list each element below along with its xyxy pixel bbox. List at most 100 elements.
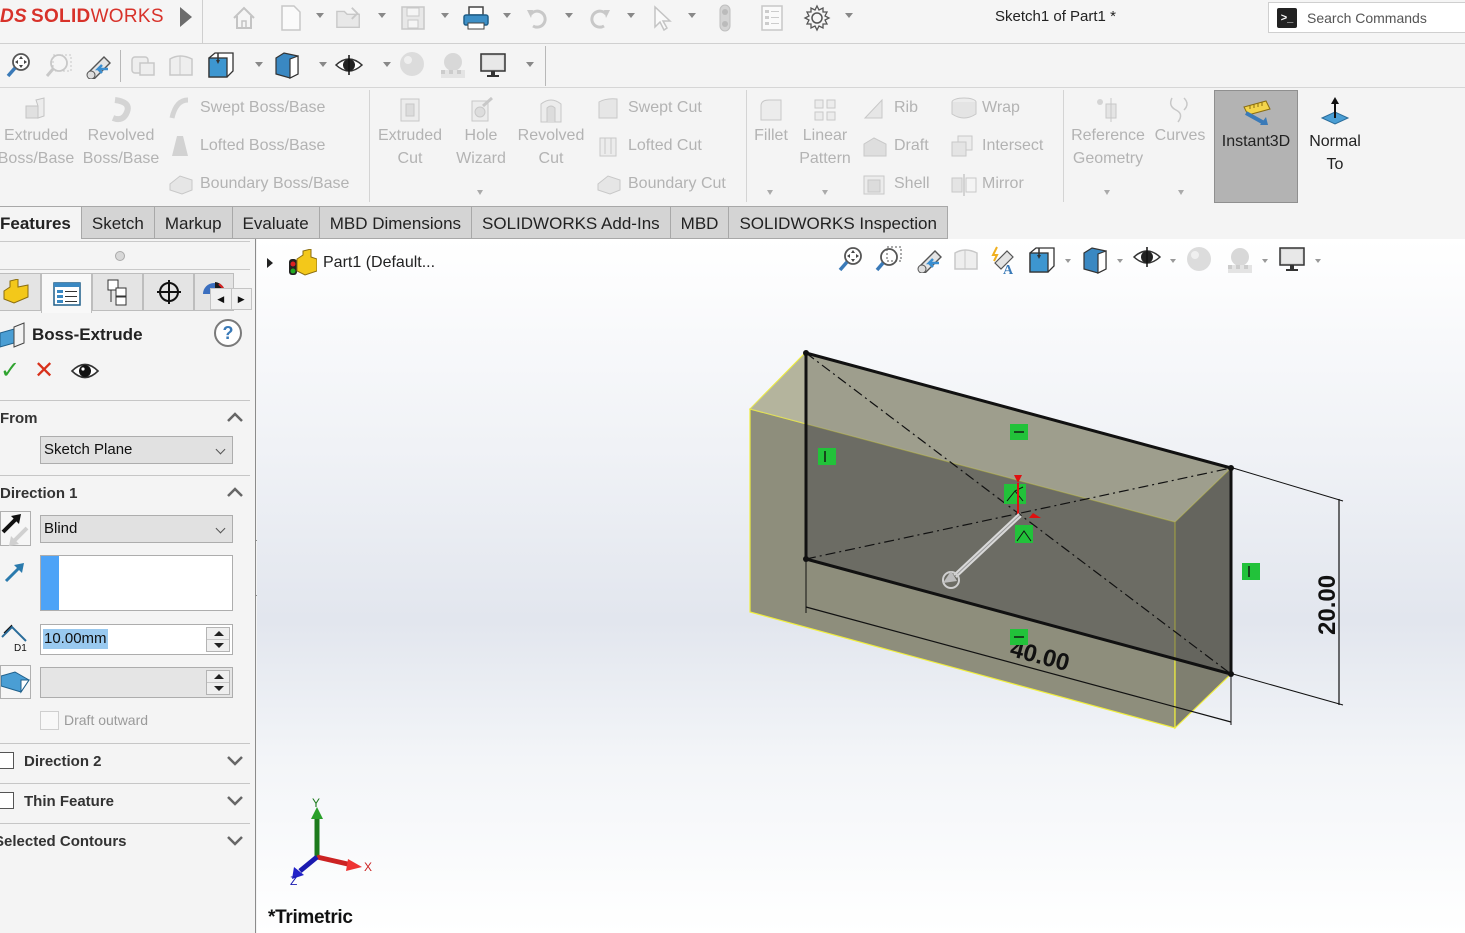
print-icon[interactable]: [462, 4, 490, 32]
save-icon[interactable]: [399, 4, 427, 32]
depth-spinner[interactable]: [206, 627, 230, 652]
undo-dropdown[interactable]: [565, 13, 573, 18]
open-dropdown[interactable]: [378, 13, 386, 18]
expand-selected-contours-icon[interactable]: [226, 834, 244, 848]
increment-icon[interactable]: [214, 674, 224, 679]
display-style-icon[interactable]: [272, 50, 302, 80]
extruded-cut-button[interactable]: Extruded Cut: [371, 90, 449, 170]
swept-cut-button[interactable]: Swept Cut: [596, 94, 702, 122]
file-properties-icon[interactable]: [758, 4, 786, 32]
3d-drawing-view-icon[interactable]: [128, 50, 158, 80]
instant3d-button[interactable]: Instant3D: [1214, 90, 1298, 203]
hide-show-dropdown[interactable]: [383, 62, 391, 67]
collapse-from-icon[interactable]: [226, 410, 243, 426]
reverse-direction-button[interactable]: [0, 511, 31, 546]
relation-horizontal-icon[interactable]: [1010, 629, 1028, 645]
draft-angle-input[interactable]: [40, 667, 233, 698]
tab-markup[interactable]: Markup: [154, 206, 233, 239]
zoom-to-area-icon[interactable]: [875, 245, 903, 273]
revolved-boss-base-button[interactable]: Revolved Boss/Base: [80, 90, 162, 170]
scroll-left-icon[interactable]: ◀: [211, 289, 231, 309]
apply-scene-icon[interactable]: [438, 50, 468, 80]
direction-selection-box[interactable]: [40, 555, 233, 611]
relation-midpoint-icon[interactable]: [1004, 484, 1026, 504]
normal-to-button[interactable]: Normal To: [1300, 90, 1370, 203]
relation-horizontal-icon[interactable]: [1010, 424, 1028, 440]
zoom-to-fit-icon[interactable]: [837, 245, 865, 273]
select-pointer-icon[interactable]: [648, 4, 676, 32]
section-view-icon[interactable]: [166, 50, 196, 80]
direction2-checkbox[interactable]: [0, 752, 14, 769]
ok-button[interactable]: ✓: [0, 359, 20, 383]
expand-tree-icon[interactable]: [267, 258, 273, 268]
options-gear-icon[interactable]: [803, 4, 831, 32]
decrement-icon[interactable]: [214, 643, 224, 648]
relation-vertical-icon[interactable]: [1242, 563, 1260, 580]
rebuild-icon[interactable]: [711, 4, 739, 32]
panel-resize-grip[interactable]: [115, 251, 125, 261]
draft-on-off-button[interactable]: [0, 665, 31, 699]
redo-dropdown[interactable]: [627, 13, 635, 18]
lofted-cut-button[interactable]: Lofted Cut: [596, 132, 702, 160]
new-dropdown[interactable]: [316, 13, 324, 18]
save-dropdown[interactable]: [441, 13, 449, 18]
panel-tab-scroller[interactable]: ◀ ▶: [210, 288, 252, 310]
feature-tree-root[interactable]: Part1 (Default...: [267, 249, 435, 277]
from-section-title[interactable]: From: [0, 410, 38, 427]
help-button[interactable]: ?: [214, 319, 242, 347]
edit-appearance-icon[interactable]: [1185, 245, 1213, 273]
search-commands-input[interactable]: >_ Search Commands: [1268, 2, 1465, 33]
previous-view-icon[interactable]: [913, 245, 942, 274]
display-style-icon[interactable]: [1080, 245, 1108, 274]
view-orientation-icon[interactable]: [206, 50, 236, 80]
apply-scene-dropdown[interactable]: [1262, 259, 1268, 263]
revolved-cut-button[interactable]: Revolved Cut: [513, 90, 589, 170]
configuration-manager-tab[interactable]: [92, 273, 143, 311]
swept-boss-base-button[interactable]: Swept Boss/Base: [168, 94, 325, 122]
fillet-button[interactable]: Fillet: [748, 90, 794, 147]
section-view-icon[interactable]: [951, 245, 979, 273]
boundary-boss-base-button[interactable]: Boundary Boss/Base: [168, 170, 349, 198]
model-viewport[interactable]: 40.00 20.00: [257, 239, 1465, 933]
open-folder-icon[interactable]: [335, 4, 363, 32]
linear-pattern-button[interactable]: Linear Pattern: [796, 90, 854, 170]
solidworks-logo[interactable]: DS SOLIDWORKS: [0, 6, 164, 28]
property-manager-tab[interactable]: [41, 273, 92, 313]
hide-show-dropdown[interactable]: [1170, 259, 1176, 263]
redo-icon[interactable]: [586, 4, 614, 32]
linear-pattern-dropdown[interactable]: [822, 190, 828, 195]
cancel-button[interactable]: ✕: [34, 358, 54, 384]
dimension-height-label[interactable]: 20.00: [1314, 575, 1341, 635]
fillet-dropdown[interactable]: [767, 190, 773, 195]
scroll-right-icon[interactable]: ▶: [230, 289, 252, 309]
shell-button[interactable]: Shell: [862, 170, 930, 198]
tab-features[interactable]: Features: [0, 206, 82, 239]
relation-vertical-icon[interactable]: [818, 448, 836, 465]
hole-wizard-dropdown[interactable]: [477, 190, 483, 195]
selected-contours-section-title[interactable]: Selected Contours: [0, 833, 127, 850]
boundary-cut-button[interactable]: Boundary Cut: [596, 170, 726, 198]
view-orientation-dropdown[interactable]: [1065, 259, 1071, 263]
display-style-dropdown[interactable]: [319, 62, 327, 67]
tab-mbd[interactable]: MBD: [670, 206, 730, 239]
expand-direction2-icon[interactable]: [226, 754, 244, 768]
reference-geometry-button[interactable]: Reference Geometry: [1065, 90, 1151, 170]
depth-input[interactable]: 10.00mm: [40, 624, 233, 655]
increment-icon[interactable]: [214, 631, 224, 636]
draft-button[interactable]: Draft: [862, 132, 929, 160]
hide-show-items-icon[interactable]: [334, 50, 364, 80]
new-document-icon[interactable]: [277, 4, 305, 32]
end-condition-select[interactable]: Blind: [40, 515, 233, 543]
edit-appearance-icon[interactable]: [398, 50, 428, 80]
select-dropdown[interactable]: [688, 13, 696, 18]
tab-evaluate[interactable]: Evaluate: [232, 206, 320, 239]
draft-outward-checkbox[interactable]: [40, 711, 59, 730]
lofted-boss-base-button[interactable]: Lofted Boss/Base: [168, 132, 325, 160]
decrement-icon[interactable]: [214, 686, 224, 691]
draft-angle-spinner[interactable]: [206, 670, 230, 695]
rib-button[interactable]: Rib: [862, 94, 918, 122]
view-orientation-dropdown[interactable]: [255, 62, 263, 67]
apply-scene-icon[interactable]: [1225, 245, 1253, 273]
hide-show-items-icon[interactable]: [1132, 245, 1162, 273]
intersect-button[interactable]: Intersect: [950, 132, 1043, 160]
